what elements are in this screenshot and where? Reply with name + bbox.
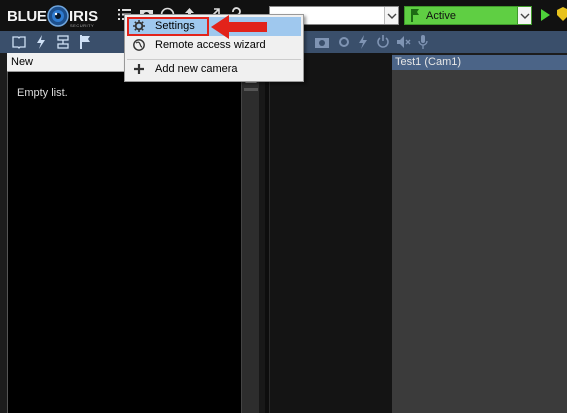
power-icon[interactable] bbox=[376, 35, 390, 49]
app-logo: BLUE IRIS SECURITY bbox=[4, 3, 114, 29]
gear-icon bbox=[133, 20, 145, 32]
status-select-value: Active bbox=[426, 10, 456, 22]
camera-title: Test1 (Cam1) bbox=[395, 56, 462, 68]
empty-list-text: Empty list. bbox=[17, 87, 68, 99]
camera-strip bbox=[269, 53, 392, 413]
microphone-icon[interactable] bbox=[418, 35, 428, 49]
menu-item-label: Settings bbox=[155, 20, 195, 32]
shield-icon[interactable] bbox=[557, 7, 567, 21]
menu-item-label: Add new camera bbox=[155, 63, 238, 75]
server-icon[interactable] bbox=[56, 35, 70, 49]
camera-icon[interactable] bbox=[315, 36, 329, 48]
play-icon[interactable] bbox=[540, 9, 550, 21]
scroll-thumb[interactable] bbox=[244, 88, 258, 91]
vertical-scrollbar[interactable] bbox=[241, 72, 259, 413]
logo-subtitle: SECURITY bbox=[70, 23, 95, 28]
logo-word-blue: BLUE bbox=[7, 8, 47, 25]
chevron-down-icon[interactable] bbox=[384, 7, 398, 24]
list-column-header-label: New bbox=[11, 56, 34, 68]
alerts-list[interactable]: Empty list. bbox=[7, 72, 241, 413]
menu-item-label: Remote access wizard bbox=[155, 39, 266, 51]
camera-view[interactable] bbox=[392, 70, 567, 413]
mute-icon[interactable] bbox=[397, 36, 411, 48]
flag-icon[interactable] bbox=[79, 35, 91, 49]
annotation-arrow-icon bbox=[211, 15, 267, 39]
iris-eye-icon bbox=[47, 5, 69, 27]
lightning-icon[interactable] bbox=[35, 35, 47, 49]
settings-icon[interactable] bbox=[338, 36, 350, 48]
menu-item-add-new-camera[interactable]: Add new camera bbox=[127, 60, 301, 79]
status-select[interactable]: Active bbox=[404, 6, 532, 25]
lightning-icon[interactable] bbox=[358, 35, 368, 49]
camera-toolbar bbox=[265, 31, 567, 53]
globe-icon bbox=[133, 39, 145, 51]
flag-icon bbox=[411, 9, 419, 22]
book-icon[interactable] bbox=[12, 35, 26, 49]
plus-icon bbox=[134, 64, 144, 74]
chevron-down-icon[interactable] bbox=[517, 7, 531, 24]
camera-title-bar[interactable]: Test1 (Cam1) bbox=[392, 55, 567, 70]
